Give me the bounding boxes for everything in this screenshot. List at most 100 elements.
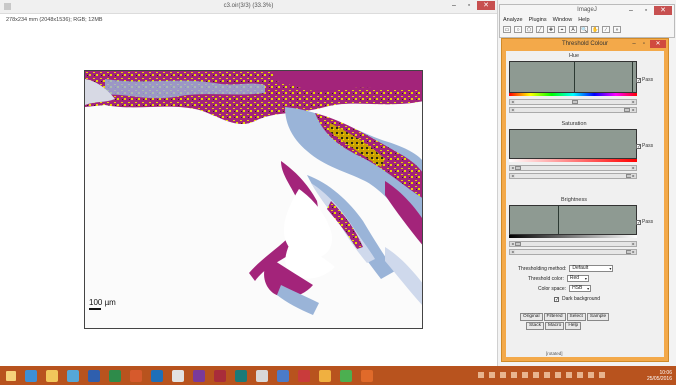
outlook-icon[interactable]: [151, 369, 163, 382]
slider-thumb[interactable]: [515, 166, 521, 170]
tray-icon[interactable]: [599, 372, 605, 378]
saturation-pass-option[interactable]: ✓ Pass: [636, 143, 653, 149]
saturation-min-slider[interactable]: ◂ ▸: [509, 165, 637, 171]
image-canvas[interactable]: 100 µm: [84, 70, 423, 329]
store-icon[interactable]: [67, 369, 79, 382]
excel-icon[interactable]: [109, 369, 121, 382]
polygon-tool-icon[interactable]: ⬠: [525, 26, 533, 33]
tray-icon[interactable]: [533, 372, 539, 378]
slider-right-arrow-icon[interactable]: ▸: [631, 166, 636, 170]
threshold-titlebar[interactable]: Threshold Colour – ▫ ✕: [502, 39, 668, 50]
tray-icon[interactable]: [588, 372, 594, 378]
image-window-titlebar[interactable]: c3.oir(3/3) (33.3%) – ▫ ✕: [0, 0, 497, 14]
minimize-button[interactable]: –: [447, 1, 461, 10]
start-button-icon[interactable]: [6, 370, 16, 381]
maximize-button[interactable]: ▫: [640, 40, 648, 48]
access-icon[interactable]: [214, 369, 226, 382]
ftp-icon[interactable]: [298, 369, 310, 382]
color-space-select[interactable]: HSB ▾: [569, 285, 592, 292]
menu-analyze[interactable]: Analyze: [503, 17, 523, 23]
zoom-tool-icon[interactable]: 🔍: [580, 26, 588, 33]
tray-icon[interactable]: [478, 372, 484, 378]
brightness-label: Brightness: [561, 197, 587, 203]
close-button[interactable]: ✕: [654, 6, 672, 15]
more-tools-icon[interactable]: »: [613, 26, 621, 33]
hue-max-slider[interactable]: ◂ ▸: [509, 107, 637, 113]
hue-pass-checkbox[interactable]: ✓: [636, 77, 641, 83]
saturation-max-slider[interactable]: ◂ ▸: [509, 173, 637, 179]
slider-left-arrow-icon[interactable]: ◂: [510, 250, 515, 254]
hue-min-slider[interactable]: ◂ ▸: [509, 99, 637, 105]
notepad-icon[interactable]: [319, 369, 331, 382]
brightness-min-slider[interactable]: ◂ ▸: [509, 241, 637, 247]
green-app-icon[interactable]: [340, 369, 352, 382]
slider-thumb[interactable]: [624, 108, 630, 112]
point-tool-icon[interactable]: ✚: [547, 26, 555, 33]
minimize-button[interactable]: –: [630, 40, 638, 48]
tray-icon[interactable]: [522, 372, 528, 378]
menu-window[interactable]: Window: [553, 17, 573, 23]
word-icon[interactable]: [88, 369, 100, 382]
imagej-titlebar[interactable]: ImageJ – ▫ ✕: [500, 5, 674, 15]
threshold-color-select[interactable]: Red ▾: [566, 275, 589, 282]
tray-icon[interactable]: [544, 372, 550, 378]
folder-icon[interactable]: [46, 369, 58, 382]
tray-icon[interactable]: [566, 372, 572, 378]
clock[interactable]: 10:06 25/05/2016: [647, 370, 672, 382]
menu-help[interactable]: Help: [578, 17, 589, 23]
brightness-max-slider[interactable]: ◂ ▸: [509, 249, 637, 255]
tray-icon[interactable]: [555, 372, 561, 378]
tray-icon[interactable]: [500, 372, 506, 378]
maximize-button[interactable]: ▫: [639, 6, 653, 15]
rectangle-tool-icon[interactable]: ▭: [503, 26, 511, 33]
oval-tool-icon[interactable]: ○: [514, 26, 522, 33]
line-tool-icon[interactable]: ╱: [536, 26, 544, 33]
slider-right-arrow-icon[interactable]: ▸: [631, 174, 636, 178]
minimize-button[interactable]: –: [624, 6, 638, 15]
slider-right-arrow-icon[interactable]: ▸: [631, 250, 636, 254]
dark-background-row[interactable]: ✓ Dark background: [554, 296, 600, 302]
slider-left-arrow-icon[interactable]: ◂: [510, 100, 515, 104]
ie-icon[interactable]: [25, 369, 37, 382]
brightness-pass-option[interactable]: ✓ Pass: [636, 219, 653, 225]
paint-icon[interactable]: [172, 369, 184, 382]
java-icon[interactable]: [361, 369, 373, 382]
image-window-controls: – ▫ ✕: [447, 1, 495, 10]
action-buttons-row2: Stack Macro Help: [526, 322, 582, 330]
slider-right-arrow-icon[interactable]: ▸: [631, 108, 636, 112]
slider-right-arrow-icon[interactable]: ▸: [631, 242, 636, 246]
dark-background-checkbox[interactable]: ✓: [554, 296, 559, 302]
text-tool-icon[interactable]: A: [569, 26, 577, 33]
slider-left-arrow-icon[interactable]: ◂: [510, 108, 515, 112]
hue-pass-option[interactable]: ✓ Pass: [636, 77, 653, 83]
dropper-tool-icon[interactable]: ∕: [602, 26, 610, 33]
wand-tool-icon[interactable]: ⌖: [558, 26, 566, 33]
thresholding-method-select[interactable]: Default ▾: [569, 265, 614, 272]
close-button[interactable]: ✕: [477, 1, 495, 10]
stack-button[interactable]: Stack: [526, 322, 544, 330]
sample-button[interactable]: Sample: [586, 313, 610, 321]
hand-tool-icon[interactable]: ✋: [591, 26, 599, 33]
slider-thumb[interactable]: [572, 100, 578, 104]
maximize-button[interactable]: ▫: [462, 1, 476, 10]
close-button[interactable]: ✕: [650, 40, 666, 48]
slider-thumb[interactable]: [515, 242, 521, 246]
powerpoint-icon[interactable]: [130, 369, 142, 382]
select-button[interactable]: Select: [566, 313, 586, 321]
tray-icon[interactable]: [577, 372, 583, 378]
saturation-pass-checkbox[interactable]: ✓: [636, 143, 641, 149]
tray-icon[interactable]: [489, 372, 495, 378]
explorer-icon[interactable]: [277, 369, 289, 382]
slider-left-arrow-icon[interactable]: ◂: [510, 174, 515, 178]
slider-right-arrow-icon[interactable]: ▸: [631, 100, 636, 104]
filtered-button[interactable]: Filtered: [543, 313, 566, 321]
menu-plugins[interactable]: Plugins: [529, 17, 547, 23]
publisher-icon[interactable]: [235, 369, 247, 382]
brightness-pass-checkbox[interactable]: ✓: [636, 219, 641, 225]
tray-icon[interactable]: [511, 372, 517, 378]
imagej-icon[interactable]: [256, 369, 268, 382]
onenote-icon[interactable]: [193, 369, 205, 382]
macro-button[interactable]: Macro: [545, 322, 565, 330]
help-button[interactable]: Help: [565, 322, 582, 330]
original-button[interactable]: Original: [520, 313, 543, 321]
